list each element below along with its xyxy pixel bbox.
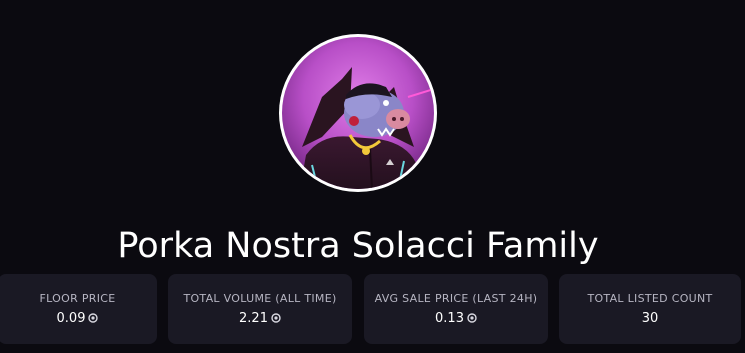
stat-value-text: 2.21 — [239, 311, 268, 326]
stat-value: 0.09 — [0, 311, 157, 327]
stat-card-avg-sale-price: AVG SALE PRICE (LAST 24H) 0.13 — [364, 274, 548, 344]
stat-value: 30 — [559, 311, 741, 327]
collection-avatar — [279, 34, 437, 192]
stat-label: TOTAL LISTED COUNT — [587, 292, 713, 305]
stat-value-text: 30 — [641, 311, 659, 326]
collection-title: Porka Nostra Solacci Family — [117, 226, 599, 266]
stat-card-total-listed-count: TOTAL LISTED COUNT 30 — [559, 274, 741, 344]
stat-value: 2.21 — [168, 311, 352, 327]
stat-card-total-volume: TOTAL VOLUME (ALL TIME) 2.21 — [168, 274, 352, 344]
stat-value-text: 0.09 — [56, 311, 86, 326]
sol-coin-icon — [467, 313, 477, 323]
stat-label: FLOOR PRICE — [39, 292, 116, 305]
pig-mobster-avatar-image — [282, 37, 434, 189]
stat-card-floor-price: FLOOR PRICE 0.09 — [0, 274, 157, 344]
stat-value: 0.13 — [364, 311, 548, 327]
sol-coin-icon — [88, 313, 99, 323]
stat-value-text: 0.13 — [435, 311, 464, 326]
sol-coin-icon — [271, 313, 281, 323]
stat-label: AVG SALE PRICE (LAST 24H) — [374, 292, 538, 305]
stat-label: TOTAL VOLUME (ALL TIME) — [183, 292, 337, 305]
